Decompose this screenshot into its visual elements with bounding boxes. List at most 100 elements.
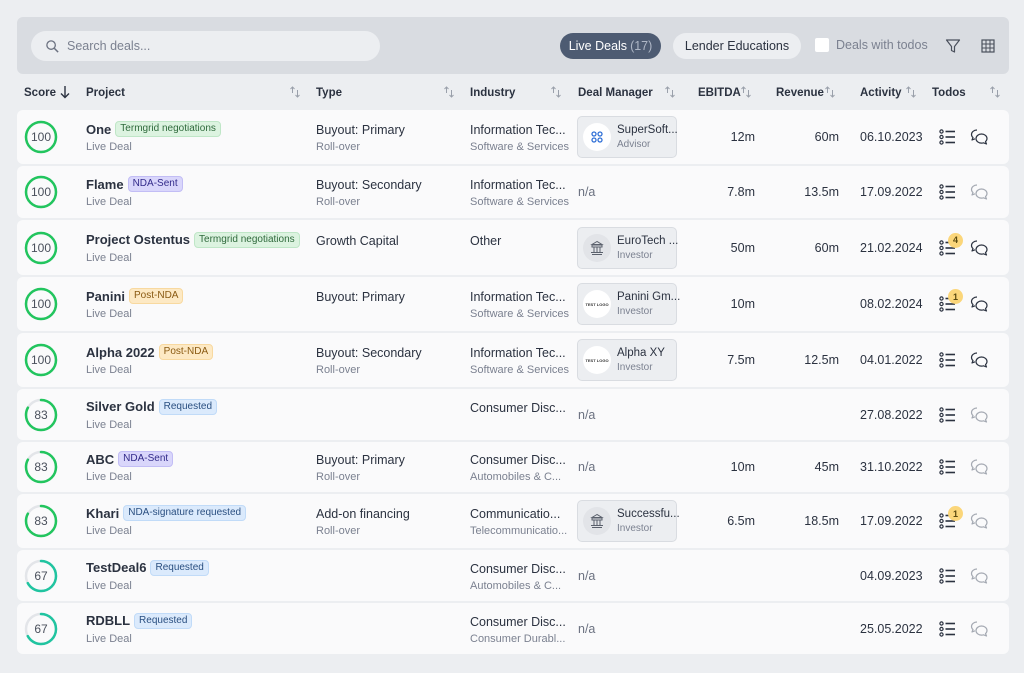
score-value: 100 bbox=[31, 297, 51, 311]
table-row[interactable]: 83 Silver Gold Requested Live Deal Consum… bbox=[17, 389, 1009, 440]
table-row[interactable]: 83 Khari NDA-signature requested Live De… bbox=[17, 494, 1009, 548]
chat-icon-inactive[interactable] bbox=[970, 458, 989, 476]
chat-icon[interactable] bbox=[970, 295, 989, 313]
search-box[interactable] bbox=[31, 31, 380, 61]
industry: Information Tec... bbox=[470, 290, 566, 304]
column-header-type[interactable]: Type bbox=[316, 87, 342, 99]
sort-toggle-icon[interactable] bbox=[443, 85, 455, 99]
project-name[interactable]: Panini bbox=[86, 289, 125, 304]
project-name[interactable]: RDBLL bbox=[86, 613, 130, 628]
table-row[interactable]: 100 Alpha 2022 Post-NDA Live Deal Buyout:… bbox=[17, 333, 1009, 387]
tab-live-deals[interactable]: Live Deals (17) bbox=[560, 33, 661, 59]
project-name-cell[interactable]: TestDeal6 Requested bbox=[86, 559, 209, 576]
project-name[interactable]: TestDeal6 bbox=[86, 560, 146, 575]
deal-manager-card[interactable]: SuperSoft... Advisor bbox=[577, 116, 678, 158]
test-logo: TEST LOGO bbox=[583, 346, 611, 374]
supersoft-logo bbox=[583, 123, 611, 151]
deal-manager-card[interactable]: TEST LOGO Alpha XY Investor bbox=[577, 339, 677, 381]
filter-icon[interactable] bbox=[945, 38, 961, 54]
table-row[interactable]: 67 TestDeal6 Requested Live Deal Consumer… bbox=[17, 550, 1009, 601]
project-name-cell[interactable]: Alpha 2022 Post-NDA bbox=[86, 344, 214, 360]
chat-icon-inactive[interactable] bbox=[970, 406, 989, 424]
chat-icon[interactable] bbox=[970, 351, 989, 369]
column-header-industry[interactable]: Industry bbox=[470, 87, 515, 99]
deal-type-sub: Roll-over bbox=[316, 471, 361, 483]
column-header-project[interactable]: Project bbox=[86, 87, 125, 99]
column-header-deal-manager[interactable]: Deal Manager bbox=[578, 87, 653, 99]
project-name-cell[interactable]: One Termgrid negotiations bbox=[86, 121, 221, 137]
deal-manager-empty: n/a bbox=[578, 568, 596, 583]
todo-count-badge: 4 bbox=[948, 232, 963, 248]
column-header-ebitda[interactable]: EBITDA bbox=[698, 87, 741, 99]
deal-status: Live Deal bbox=[86, 525, 132, 537]
chat-icon-inactive[interactable] bbox=[970, 567, 989, 585]
sort-toggle-icon[interactable] bbox=[824, 85, 836, 99]
table-header: Score Project Type Industry Deal Manager… bbox=[17, 82, 1009, 104]
todo-list-icon[interactable] bbox=[939, 352, 957, 368]
table-row[interactable]: 83 ABC NDA-Sent Live Deal Buyout: Primary… bbox=[17, 442, 1009, 492]
table-row[interactable]: 100 One Termgrid negotiations Live Deal B… bbox=[17, 110, 1009, 164]
sort-toggle-icon[interactable] bbox=[740, 85, 752, 99]
sort-toggle-icon[interactable] bbox=[550, 85, 562, 99]
chat-icon-inactive[interactable] bbox=[970, 512, 989, 530]
activity-date: 17.09.2022 bbox=[860, 514, 923, 528]
column-header-activity[interactable]: Activity bbox=[860, 87, 902, 99]
score-value: 83 bbox=[34, 408, 48, 422]
search-icon bbox=[46, 39, 59, 53]
project-name-cell[interactable]: Silver Gold Requested bbox=[86, 398, 218, 415]
todo-list-icon[interactable] bbox=[939, 406, 957, 423]
todo-list-icon[interactable] bbox=[939, 620, 957, 637]
table-row[interactable]: 100 Panini Post-NDA Live Deal Buyout: Pri… bbox=[17, 277, 1009, 331]
chat-icon-inactive[interactable] bbox=[970, 183, 989, 201]
column-header-todos[interactable]: Todos bbox=[932, 87, 966, 99]
project-name[interactable]: Flame bbox=[86, 177, 124, 192]
project-name-cell[interactable]: Khari NDA-signature requested bbox=[86, 505, 247, 521]
todo-list-icon[interactable] bbox=[939, 184, 957, 200]
todo-list-icon[interactable] bbox=[939, 459, 957, 475]
deals-with-todos-toggle[interactable]: Deals with todos bbox=[815, 38, 928, 52]
deal-manager-card[interactable]: EuroTech ... Investor bbox=[577, 226, 678, 269]
chat-icon-inactive[interactable] bbox=[970, 620, 989, 638]
project-name-cell[interactable]: Panini Post-NDA bbox=[86, 288, 184, 304]
grid-view-icon[interactable] bbox=[980, 38, 996, 54]
tab-lender-educations[interactable]: Lender Educations bbox=[673, 33, 801, 59]
project-name-cell[interactable]: RDBLL Requested bbox=[86, 612, 193, 629]
stage-badge: Requested bbox=[134, 612, 193, 629]
table-row[interactable]: 100 Project Ostentus Termgrid negotiatio… bbox=[17, 220, 1009, 275]
sort-descending-icon[interactable] bbox=[59, 85, 71, 99]
revenue-value: 12.5m bbox=[804, 353, 839, 367]
project-name[interactable]: Alpha 2022 bbox=[86, 345, 155, 360]
column-header-score[interactable]: Score bbox=[24, 87, 56, 99]
stage-badge: NDA-Sent bbox=[118, 451, 174, 467]
search-input[interactable] bbox=[67, 39, 357, 53]
project-name[interactable]: Silver Gold bbox=[86, 399, 155, 414]
project-name-cell[interactable]: Flame NDA-Sent bbox=[86, 176, 183, 192]
industry-sub: Software & Services bbox=[470, 308, 570, 320]
deal-manager-card[interactable]: TEST LOGO Panini Gm... Investor bbox=[577, 283, 680, 325]
sort-toggle-icon[interactable] bbox=[289, 85, 301, 99]
column-header-revenue[interactable]: Revenue bbox=[776, 87, 824, 99]
project-name-cell[interactable]: Project Ostentus Termgrid negotiations bbox=[86, 231, 300, 248]
table-row[interactable]: 67 RDBLL Requested Live Deal Consumer Dis… bbox=[17, 603, 1009, 654]
project-name[interactable]: One bbox=[86, 122, 111, 137]
todo-list-icon[interactable] bbox=[939, 567, 957, 584]
chat-icon[interactable] bbox=[970, 128, 989, 146]
table-row[interactable]: 100 Flame NDA-Sent Live Deal Buyout: Seco… bbox=[17, 166, 1009, 218]
todo-list-icon[interactable] bbox=[939, 129, 957, 145]
sort-toggle-icon[interactable] bbox=[664, 85, 676, 99]
ebitda-value: 10m bbox=[730, 297, 755, 311]
project-name[interactable]: Project Ostentus bbox=[86, 232, 190, 247]
deals-with-todos-checkbox[interactable] bbox=[815, 38, 829, 52]
sort-toggle-icon[interactable] bbox=[989, 85, 1001, 99]
todo-count-badge: 1 bbox=[948, 506, 963, 521]
tab-live-deals-label: Live Deals bbox=[568, 39, 628, 53]
project-name-cell[interactable]: ABC NDA-Sent bbox=[86, 451, 174, 467]
activity-date: 04.09.2023 bbox=[860, 568, 923, 583]
project-name[interactable]: Khari bbox=[86, 506, 119, 521]
project-name[interactable]: ABC bbox=[86, 452, 114, 467]
ebitda-value: 7.5m bbox=[727, 353, 755, 367]
chat-icon[interactable] bbox=[970, 239, 989, 257]
deal-status: Live Deal bbox=[86, 364, 132, 376]
sort-toggle-icon[interactable] bbox=[905, 85, 917, 99]
deal-manager-card[interactable]: Successfu... Investor bbox=[577, 500, 680, 542]
